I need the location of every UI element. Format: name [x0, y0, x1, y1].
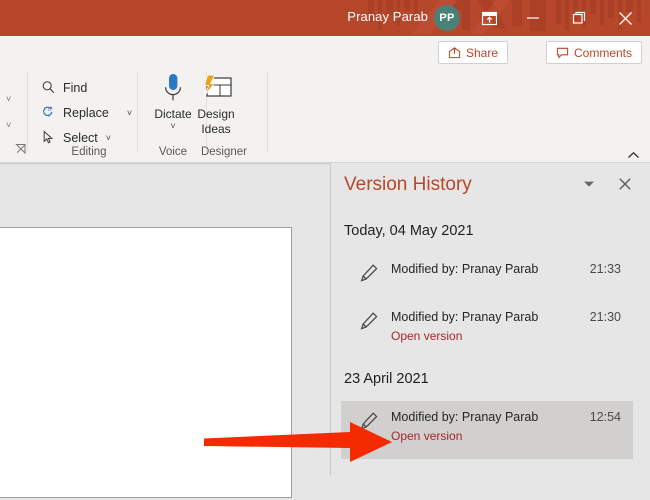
minimize-button[interactable]: [510, 0, 556, 36]
restore-icon: [572, 11, 586, 25]
design-ideas-button[interactable]: Design Ideas: [188, 72, 244, 136]
version-history-header: Version History: [331, 163, 650, 209]
design-ideas-label-line1: Design: [197, 107, 234, 121]
page-title: Version History: [344, 174, 472, 196]
version-history-list: Today, 04 May 2021 Modified by: Pranay P…: [331, 209, 650, 500]
comments-button[interactable]: Comments: [546, 41, 642, 64]
open-version-link[interactable]: Open version: [391, 329, 462, 343]
ribbon-display-options-button[interactable]: [466, 0, 512, 36]
share-button[interactable]: Share: [438, 41, 508, 64]
version-time: 21:30: [590, 310, 621, 324]
find-button[interactable]: Find: [40, 79, 87, 96]
chevron-up-icon: [627, 151, 640, 160]
group-separator-2: [137, 72, 138, 152]
avatar[interactable]: PP: [434, 5, 460, 31]
version-entry[interactable]: Modified by: Pranay Parab 12:54 Open ver…: [341, 401, 633, 459]
select-chevron-down-icon[interactable]: ˅: [106, 133, 111, 143]
dictate-label: Dictate: [154, 107, 191, 121]
version-modified-by: Modified by: Pranay Parab: [391, 410, 538, 424]
cutoff-chevron-2[interactable]: ˅: [6, 120, 11, 130]
cursor-arrow-icon: [40, 129, 57, 146]
find-label: Find: [63, 81, 87, 95]
version-time: 12:54: [590, 410, 621, 424]
version-entry[interactable]: Modified by: Pranay Parab 21:33: [341, 253, 633, 297]
group-separator-1: [27, 72, 28, 152]
collapse-ribbon-button[interactable]: [624, 146, 642, 164]
version-time: 21:33: [590, 262, 621, 276]
ribbon-top-row: Share Comments: [0, 36, 650, 68]
close-icon: [618, 177, 632, 191]
close-version-history-button[interactable]: [612, 172, 638, 196]
replace-button[interactable]: b c Replace ˅: [40, 104, 132, 121]
minimize-icon: [526, 11, 540, 25]
window-user-name: Pranay Parab: [347, 9, 428, 24]
comments-icon: [556, 46, 569, 59]
pencil-icon: [358, 410, 380, 432]
cutoff-chevron-1[interactable]: ˅: [6, 94, 11, 104]
designer-group-label: Designer: [180, 146, 268, 158]
caret-down-icon: [583, 180, 595, 188]
version-modified-by: Modified by: Pranay Parab: [391, 310, 538, 324]
editing-group-label: Editing: [40, 146, 138, 158]
select-button[interactable]: Select ˅: [40, 129, 111, 146]
replace-label: Replace: [63, 106, 109, 120]
group-separator-4: [267, 72, 268, 152]
title-bar: Pranay Parab PP: [0, 0, 650, 36]
magnifier-icon: [40, 79, 57, 96]
comments-label: Comments: [574, 46, 632, 60]
dialog-launcher-icon[interactable]: [15, 143, 27, 155]
open-version-link[interactable]: Open version: [391, 429, 462, 443]
ribbon: Share Comments ˅ ˅: [0, 36, 650, 163]
avatar-initials: PP: [439, 12, 454, 24]
ribbon-display-options-icon: [482, 11, 497, 26]
version-group-date: Today, 04 May 2021: [344, 223, 474, 239]
dictate-chevron-down-icon[interactable]: ˅: [170, 122, 175, 131]
select-label: Select: [63, 131, 98, 145]
close-icon: [618, 11, 633, 26]
version-history-pane: Version History Today, 04 May 2021: [331, 163, 650, 500]
version-history-options-button[interactable]: [576, 172, 602, 196]
version-group-date: 23 April 2021: [344, 371, 429, 387]
replace-chevron-down-icon[interactable]: ˅: [127, 108, 132, 118]
version-entry[interactable]: Modified by: Pranay Parab 21:30 Open ver…: [341, 301, 633, 359]
version-modified-by: Modified by: Pranay Parab: [391, 262, 538, 276]
design-ideas-icon: [198, 72, 234, 106]
ribbon-groups: ˅ ˅ Find: [0, 68, 650, 162]
pencil-icon: [358, 310, 380, 332]
powerpoint-window: Pranay Parab PP: [0, 0, 650, 500]
maximize-restore-button[interactable]: [556, 0, 602, 36]
replace-icon: b c: [40, 104, 57, 121]
svg-text:b: b: [48, 107, 51, 113]
share-label: Share: [466, 46, 498, 60]
share-icon: [448, 46, 461, 59]
microphone-icon: [158, 72, 188, 106]
close-window-button[interactable]: [602, 0, 648, 36]
slide-canvas[interactable]: [0, 227, 292, 498]
pencil-icon: [358, 262, 380, 284]
design-ideas-label-line2: Ideas: [201, 122, 230, 136]
